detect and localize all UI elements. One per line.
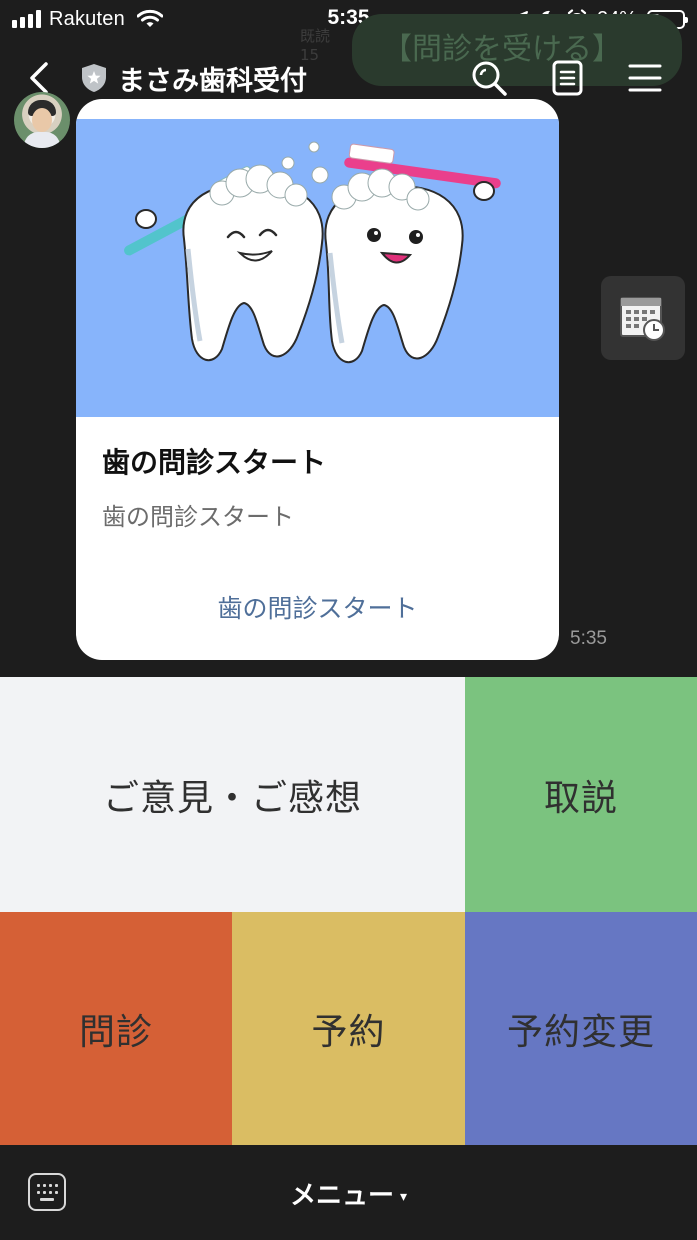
menu-toggle-button[interactable]: メニュー ▾ — [0, 1175, 697, 1212]
card-subtitle: 歯の問診スタート — [102, 503, 294, 531]
message-timestamp: 5:35 — [570, 628, 607, 649]
caret-down-icon: ▾ — [399, 1189, 408, 1205]
teeth-illustration — [124, 141, 501, 364]
calendar-button[interactable] — [601, 276, 685, 360]
card-action-button[interactable]: 歯の問診スタート — [76, 589, 559, 625]
calendar-clock-icon — [620, 297, 665, 341]
card-hero-image — [76, 119, 559, 417]
verified-shield-icon — [82, 64, 106, 92]
tile-reservation-label: 予約 — [311, 1011, 386, 1053]
rich-menu: ご意見・ご感想 取説 問診 予約 予約変更 — [0, 677, 697, 1145]
bottom-bar: メニュー ▾ — [0, 1145, 697, 1240]
tile-feedback-label: ご意見・ご感想 — [102, 777, 362, 819]
search-icon[interactable] — [469, 58, 509, 98]
tile-reservation[interactable]: 予約 — [232, 912, 465, 1145]
flex-message-card[interactable]: 歯の問診スタート 歯の問診スタート 歯の問診スタート — [76, 99, 559, 660]
tile-change-reservation[interactable]: 予約変更 — [465, 912, 697, 1145]
chat-title: まさみ歯科受付 — [118, 66, 307, 97]
notes-icon[interactable] — [548, 58, 588, 98]
tile-questionnaire-label: 問診 — [78, 1011, 153, 1053]
tile-questionnaire[interactable]: 問診 — [0, 912, 232, 1145]
menu-icon[interactable] — [625, 58, 665, 98]
tile-manual[interactable]: 取説 — [465, 677, 697, 912]
tile-change-reservation-label: 予約変更 — [506, 1011, 655, 1053]
avatar[interactable] — [14, 92, 70, 148]
menu-toggle-label: メニュー — [289, 1181, 394, 1211]
tile-feedback[interactable]: ご意見・ご感想 — [0, 677, 465, 912]
card-title: 歯の問診スタート — [102, 446, 327, 479]
tile-manual-label: 取説 — [543, 777, 618, 819]
